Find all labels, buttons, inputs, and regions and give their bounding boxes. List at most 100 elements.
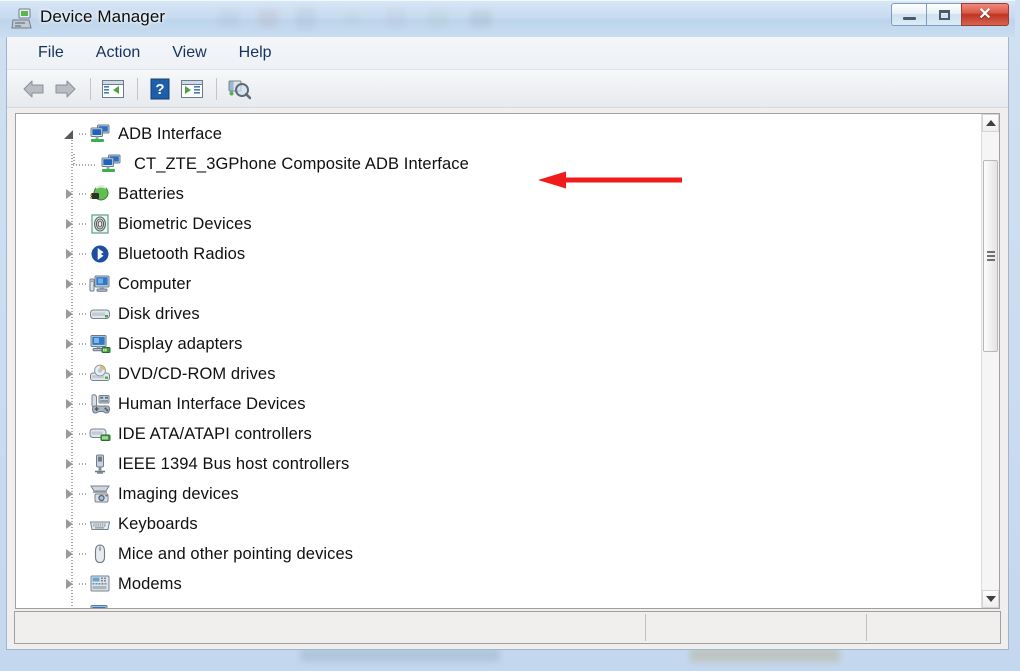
properties-button[interactable] bbox=[177, 75, 207, 103]
tree-item-label: Computer bbox=[118, 274, 192, 293]
toolbar-separator bbox=[216, 77, 217, 100]
tree-item-human-interface-devices[interactable]: Human Interface Devices bbox=[16, 389, 980, 419]
tree-item-label: Human Interface Devices bbox=[118, 394, 306, 413]
tree-item-dvd-cd-rom-drives[interactable]: DVD/CD-ROM drives bbox=[16, 359, 980, 389]
tree-connector bbox=[79, 373, 88, 375]
expander-closed-icon[interactable] bbox=[64, 278, 77, 291]
expander-closed-icon[interactable] bbox=[64, 338, 77, 351]
computer-icon bbox=[89, 274, 111, 294]
expander-closed-icon[interactable] bbox=[64, 608, 77, 609]
tree-connector bbox=[79, 523, 88, 525]
tree-connector bbox=[79, 193, 88, 195]
expander-closed-icon[interactable] bbox=[64, 578, 77, 591]
tree-item-label: Display adapters bbox=[118, 334, 243, 353]
firewire-icon bbox=[89, 454, 111, 474]
tree-item-label: IDE ATA/ATAPI controllers bbox=[118, 424, 312, 443]
expander-closed-icon[interactable] bbox=[64, 518, 77, 531]
question-mark-icon: ? bbox=[150, 78, 170, 99]
adb-network-device-icon bbox=[89, 124, 111, 144]
show-hide-console-tree-button[interactable] bbox=[98, 75, 128, 103]
tree-item-label: CT_ZTE_3GPhone Composite ADB Interface bbox=[134, 154, 469, 173]
vertical-scrollbar[interactable] bbox=[981, 114, 999, 608]
back-button[interactable] bbox=[19, 75, 49, 103]
tree-item-bluetooth-radios[interactable]: Bluetooth Radios bbox=[16, 239, 980, 269]
tree-connector bbox=[79, 403, 88, 405]
tree-item-modems[interactable]: Modems bbox=[16, 569, 980, 599]
title-bar: Device Manager ✕ bbox=[0, 0, 1015, 37]
expander-closed-icon[interactable] bbox=[64, 248, 77, 261]
expander-closed-icon[interactable] bbox=[64, 488, 77, 501]
tree-item-computer[interactable]: Computer bbox=[16, 269, 980, 299]
tree-item-label: Modems bbox=[118, 574, 182, 593]
maximize-button[interactable] bbox=[926, 3, 961, 26]
help-button[interactable]: ? bbox=[145, 75, 175, 103]
scrollbar-grip-icon bbox=[987, 251, 995, 261]
expander-closed-icon[interactable] bbox=[64, 548, 77, 561]
expander-open-icon[interactable] bbox=[64, 128, 77, 141]
tree-item-display-adapters[interactable]: Display adapters bbox=[16, 329, 980, 359]
scrollbar-thumb[interactable] bbox=[983, 160, 998, 352]
tree-item-ide-ata-atapi-controllers[interactable]: IDE ATA/ATAPI controllers bbox=[16, 419, 980, 449]
tree-item-ct-zte-3gphone-composite-adb-interface[interactable]: CT_ZTE_3GPhone Composite ADB Interface bbox=[16, 149, 980, 179]
tree-item-biometric-devices[interactable]: Biometric Devices bbox=[16, 209, 980, 239]
tree-connector bbox=[71, 154, 99, 174]
arrow-right-icon bbox=[55, 80, 76, 97]
tree-item-keyboards[interactable]: Keyboards bbox=[16, 509, 980, 539]
expander-closed-icon[interactable] bbox=[64, 218, 77, 231]
scan-hardware-changes-button[interactable] bbox=[224, 75, 254, 103]
camera-scanner-icon bbox=[89, 484, 111, 504]
expander-closed-icon[interactable] bbox=[64, 188, 77, 201]
expander-closed-icon[interactable] bbox=[64, 458, 77, 471]
tree-connector bbox=[79, 223, 88, 225]
desktop-background: Device Manager ✕ File Action View Help ?… bbox=[0, 0, 1020, 671]
fingerprint-icon bbox=[89, 214, 111, 234]
minimize-icon bbox=[902, 16, 916, 20]
tree-connector bbox=[79, 343, 88, 345]
window-controls: ✕ bbox=[891, 3, 1009, 29]
scroll-up-button[interactable] bbox=[982, 114, 999, 132]
scroll-down-arrow-icon bbox=[985, 596, 996, 602]
tree-connector bbox=[79, 433, 88, 435]
scan-hardware-icon bbox=[228, 80, 251, 99]
tree-item-adb-interface[interactable]: ADB Interface bbox=[16, 119, 980, 149]
tree-item-label: Imaging devices bbox=[118, 484, 239, 503]
device-manager-window: Device Manager ✕ File Action View Help ?… bbox=[0, 0, 1015, 656]
expander-closed-icon[interactable] bbox=[64, 368, 77, 381]
tree-item-ieee-1394-bus-host-controllers[interactable]: IEEE 1394 Bus host controllers bbox=[16, 449, 980, 479]
toolbar-separator bbox=[90, 77, 91, 100]
forward-button[interactable] bbox=[51, 75, 81, 103]
tree-item-label: Keyboards bbox=[118, 514, 198, 533]
tool-bar: ? bbox=[7, 70, 1008, 108]
status-bar bbox=[14, 611, 1001, 644]
expander-closed-icon[interactable] bbox=[64, 398, 77, 411]
menu-item-view[interactable]: View bbox=[159, 41, 219, 65]
tree-item-label: DVD/CD-ROM drives bbox=[118, 364, 276, 383]
status-cell-2 bbox=[646, 612, 856, 643]
menu-item-help[interactable]: Help bbox=[226, 41, 285, 65]
battery-icon bbox=[89, 184, 111, 204]
arrow-left-icon bbox=[23, 80, 44, 97]
tree-item-label: Disk drives bbox=[118, 304, 200, 323]
device-tree[interactable]: ADB Interface CT_ZTE_3GPhone Composite A… bbox=[16, 114, 980, 608]
close-button[interactable]: ✕ bbox=[961, 3, 1009, 26]
maximize-icon bbox=[938, 9, 950, 20]
expander-closed-icon[interactable] bbox=[64, 308, 77, 321]
properties-icon bbox=[181, 79, 203, 98]
status-cell-3 bbox=[867, 612, 1000, 643]
scroll-down-button[interactable] bbox=[982, 590, 999, 608]
optical-drive-icon bbox=[89, 364, 111, 384]
tree-item-mice-and-other-pointing-devices[interactable]: Mice and other pointing devices bbox=[16, 539, 980, 569]
tree-item-imaging-devices[interactable]: Imaging devices bbox=[16, 479, 980, 509]
tree-connector bbox=[79, 133, 88, 135]
minimize-button[interactable] bbox=[891, 3, 926, 26]
menu-bar: File Action View Help bbox=[7, 37, 1008, 70]
menu-item-action[interactable]: Action bbox=[83, 41, 153, 65]
tree-item-partially-visible[interactable] bbox=[16, 599, 980, 608]
tree-item-disk-drives[interactable]: Disk drives bbox=[16, 299, 980, 329]
menu-item-file[interactable]: File bbox=[25, 41, 77, 65]
svg-text:?: ? bbox=[155, 81, 164, 98]
status-cell-1 bbox=[15, 612, 635, 643]
tree-item-batteries[interactable]: Batteries bbox=[16, 179, 980, 209]
display-adapter-icon bbox=[89, 334, 111, 354]
expander-closed-icon[interactable] bbox=[64, 428, 77, 441]
